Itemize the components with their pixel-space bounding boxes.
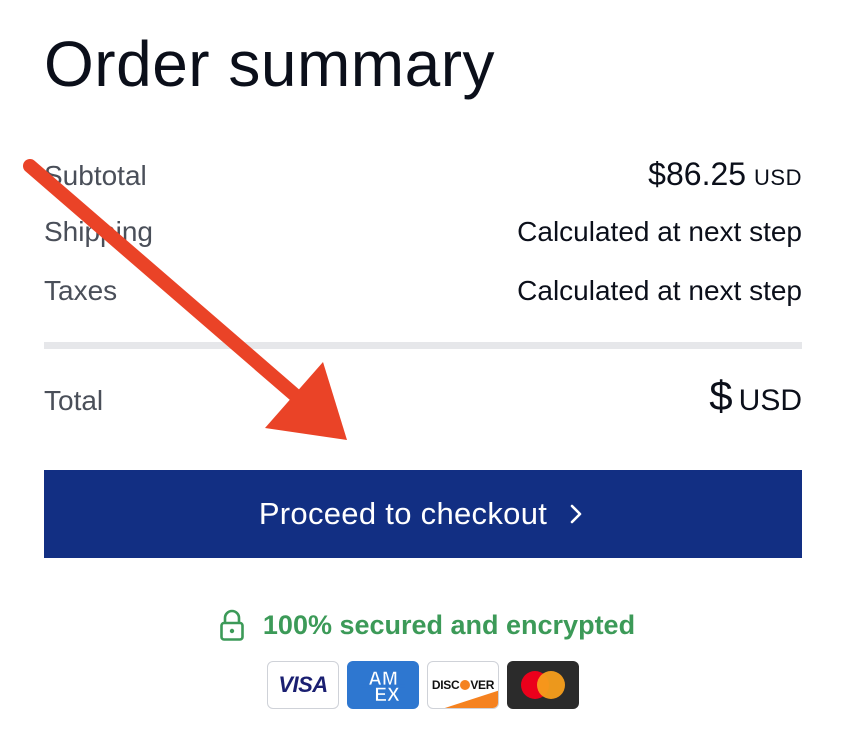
page-title: Order summary bbox=[44, 28, 495, 100]
chevron-right-icon bbox=[565, 503, 587, 525]
security-text: 100% secured and encrypted bbox=[262, 609, 636, 640]
total-row: Total $ USD bbox=[44, 372, 802, 420]
svg-text:EX: EX bbox=[374, 685, 400, 706]
summary-divider bbox=[44, 342, 802, 349]
discover-card-label: DISC VER bbox=[431, 678, 495, 692]
lock-icon bbox=[219, 608, 245, 642]
subtotal-currency: USD bbox=[754, 165, 802, 190]
taxes-row: Taxes Calculated at next step bbox=[44, 275, 802, 307]
total-amount: $ bbox=[709, 372, 733, 419]
proceed-to-checkout-button[interactable]: Proceed to checkout bbox=[44, 470, 802, 558]
subtotal-row: Subtotal $86.25 USD bbox=[44, 156, 802, 193]
amex-card-icon: AM EX bbox=[347, 661, 419, 709]
shipping-row: Shipping Calculated at next step bbox=[44, 216, 802, 248]
visa-card-icon: VISA bbox=[267, 661, 339, 709]
shipping-label: Shipping bbox=[44, 216, 153, 247]
subtotal-label: Subtotal bbox=[44, 160, 147, 191]
mastercard-card-icon bbox=[507, 661, 579, 709]
discover-card-icon: DISC VER bbox=[427, 661, 499, 709]
subtotal-amount: $86.25 bbox=[648, 156, 747, 192]
shipping-value: Calculated at next step bbox=[517, 216, 802, 247]
visa-card-label: VISA bbox=[278, 672, 328, 697]
checkout-button-label: Proceed to checkout bbox=[258, 496, 548, 531]
total-currency: USD bbox=[738, 384, 802, 417]
taxes-value: Calculated at next step bbox=[517, 275, 802, 306]
total-label: Total bbox=[44, 385, 104, 416]
subtotal-value: $86.25 USD bbox=[648, 156, 802, 193]
taxes-label: Taxes bbox=[44, 275, 118, 306]
security-notice: 100% secured and encrypted bbox=[0, 608, 868, 642]
total-value: $ USD bbox=[709, 372, 802, 420]
payment-methods: VISA AM EX DISC VER bbox=[267, 661, 579, 709]
